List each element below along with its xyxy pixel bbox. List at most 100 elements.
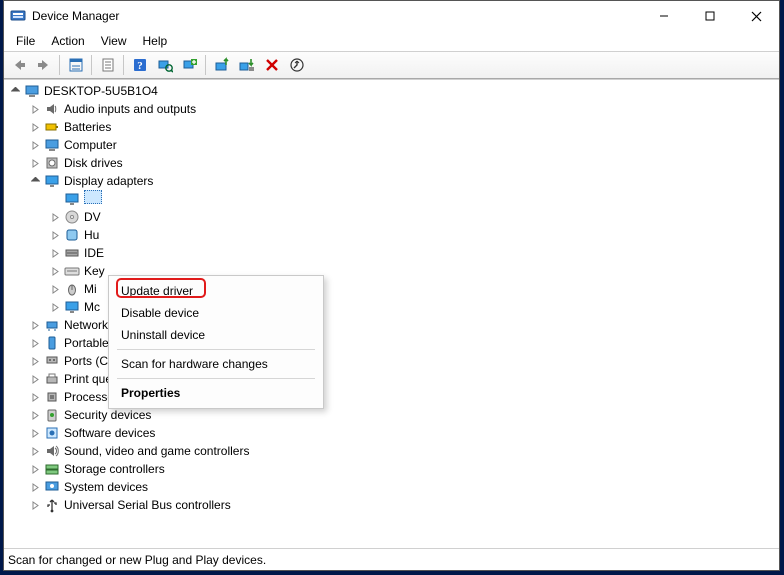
hid-icon <box>64 227 80 243</box>
expand-icon[interactable] <box>28 480 42 494</box>
maximize-button[interactable] <box>687 1 733 31</box>
disk-icon <box>44 155 60 171</box>
device-item-3[interactable]: IDE <box>4 244 779 262</box>
expand-icon[interactable] <box>48 264 62 278</box>
show-hidden-button[interactable] <box>285 54 308 76</box>
close-button[interactable] <box>733 1 779 31</box>
expand-icon[interactable] <box>28 120 42 134</box>
node-label: Audio inputs and outputs <box>64 100 196 118</box>
audio-icon <box>44 101 60 117</box>
app-icon <box>10 8 26 24</box>
collapse-icon[interactable] <box>8 84 22 98</box>
menu-uninstall-device[interactable]: Uninstall device <box>109 324 323 346</box>
help-button[interactable]: ? <box>128 54 151 76</box>
node-label: Computer <box>64 136 117 154</box>
storage-icon <box>44 461 60 477</box>
category-system[interactable]: System devices <box>4 478 779 496</box>
node-label: Mi <box>84 280 97 298</box>
device-item-2[interactable]: Hu <box>4 226 779 244</box>
node-label: DV <box>84 208 101 226</box>
collapse-icon[interactable] <box>28 174 42 188</box>
device-manager-window: Device Manager File Action View Help ? <box>3 0 780 571</box>
disable-x-button[interactable] <box>260 54 283 76</box>
menu-scan-hardware[interactable]: Scan for hardware changes <box>109 353 323 375</box>
security-icon <box>44 407 60 423</box>
menu-view[interactable]: View <box>93 32 135 50</box>
expand-icon[interactable] <box>28 336 42 350</box>
node-label: DESKTOP-5U5B1O4 <box>44 82 158 100</box>
uninstall-button[interactable] <box>235 54 258 76</box>
device-tree-pane[interactable]: DESKTOP-5U5B1O4Audio inputs and outputsB… <box>4 79 779 548</box>
node-label <box>84 190 102 209</box>
node-label: Storage controllers <box>64 460 165 478</box>
window-title: Device Manager <box>32 9 119 23</box>
category-usb[interactable]: Universal Serial Bus controllers <box>4 496 779 514</box>
expand-icon[interactable] <box>28 498 42 512</box>
scan-hardware-button[interactable] <box>153 54 176 76</box>
forward-button[interactable] <box>32 54 55 76</box>
menu-properties[interactable]: Properties <box>109 382 323 404</box>
category-sound[interactable]: Sound, video and game controllers <box>4 442 779 460</box>
expand-icon[interactable] <box>28 390 42 404</box>
category-storage[interactable]: Storage controllers <box>4 460 779 478</box>
menu-disable-device[interactable]: Disable device <box>109 302 323 324</box>
menu-update-driver[interactable]: Update driver <box>109 280 323 302</box>
update-driver-button[interactable] <box>210 54 233 76</box>
category-battery[interactable]: Batteries <box>4 118 779 136</box>
show-hide-tree-button[interactable] <box>64 54 87 76</box>
expand-icon[interactable] <box>48 300 62 314</box>
expand-icon[interactable] <box>28 354 42 368</box>
device-item-0[interactable] <box>4 190 779 208</box>
expand-icon[interactable] <box>28 372 42 386</box>
minimize-button[interactable] <box>641 1 687 31</box>
node-label: IDE <box>84 244 104 262</box>
node-label: Sound, video and game controllers <box>64 442 249 460</box>
display-icon <box>44 173 60 189</box>
expand-icon[interactable] <box>48 282 62 296</box>
root-node[interactable]: DESKTOP-5U5B1O4 <box>4 82 779 100</box>
expand-icon[interactable] <box>28 426 42 440</box>
status-bar: Scan for changed or new Plug and Play de… <box>4 548 779 570</box>
printer-icon <box>44 371 60 387</box>
expand-icon[interactable] <box>28 462 42 476</box>
expand-icon[interactable] <box>48 228 62 242</box>
category-computer[interactable]: Computer <box>4 136 779 154</box>
menu-action[interactable]: Action <box>43 32 92 50</box>
menu-help[interactable]: Help <box>135 32 176 50</box>
status-text: Scan for changed or new Plug and Play de… <box>8 553 266 567</box>
category-audio[interactable]: Audio inputs and outputs <box>4 100 779 118</box>
cpu-icon <box>44 389 60 405</box>
expand-icon[interactable] <box>28 408 42 422</box>
expand-icon[interactable] <box>28 444 42 458</box>
expand-icon[interactable] <box>28 102 42 116</box>
context-menu: Update driver Disable device Uninstall d… <box>108 275 324 409</box>
device-item-1[interactable]: DV <box>4 208 779 226</box>
system-icon <box>44 479 60 495</box>
add-legacy-button[interactable] <box>178 54 201 76</box>
expand-icon[interactable] <box>48 210 62 224</box>
node-label: Universal Serial Bus controllers <box>64 496 231 514</box>
node-label: Software devices <box>64 424 155 442</box>
expand-icon[interactable] <box>48 246 62 260</box>
port-icon <box>44 353 60 369</box>
back-button[interactable] <box>7 54 30 76</box>
category-software[interactable]: Software devices <box>4 424 779 442</box>
window-controls <box>641 1 779 31</box>
expand-icon[interactable] <box>28 156 42 170</box>
node-label: Mc <box>84 298 100 316</box>
category-disk[interactable]: Disk drives <box>4 154 779 172</box>
monitor-icon <box>64 299 80 315</box>
properties-button[interactable] <box>96 54 119 76</box>
display-icon <box>64 191 80 207</box>
root-icon <box>24 83 40 99</box>
expand-icon[interactable] <box>28 318 42 332</box>
context-menu-separator <box>117 349 315 350</box>
expand-icon[interactable] <box>28 138 42 152</box>
category-display[interactable]: Display adapters <box>4 172 779 190</box>
menu-file[interactable]: File <box>8 32 43 50</box>
keyboard-icon <box>64 263 80 279</box>
context-menu-separator <box>117 378 315 379</box>
mouse-icon <box>64 281 80 297</box>
portable-icon <box>44 335 60 351</box>
node-label: Batteries <box>64 118 111 136</box>
